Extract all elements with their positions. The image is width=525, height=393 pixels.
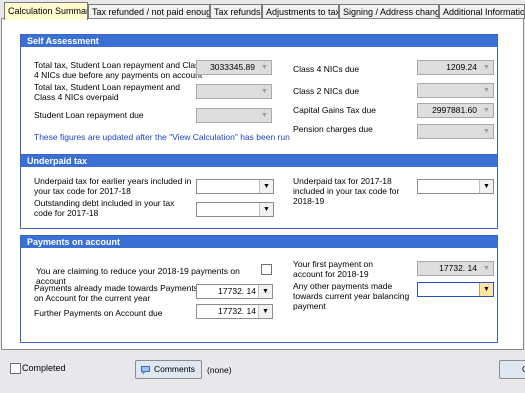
tab-additional-information[interactable]: Additional Information <box>439 4 525 19</box>
completed-checkbox[interactable] <box>10 363 21 374</box>
further-payments-field[interactable]: 17732. 14 ▼ <box>196 304 273 319</box>
chevron-down-icon[interactable]: ▼ <box>479 180 493 193</box>
comment-icon <box>141 366 150 374</box>
update-note: These figures are updated after the "Vie… <box>34 132 290 142</box>
pension-label: Pension charges due <box>293 124 373 134</box>
further-payments-label: Further Payments on Account due <box>34 308 163 318</box>
chevron-down-icon[interactable]: ▼ <box>480 262 493 275</box>
tab-calculation-summary[interactable]: Calculation Summary <box>4 2 88 20</box>
total-tax-value: 3033345.89 <box>210 62 255 72</box>
chevron-down-icon[interactable]: ▼ <box>259 203 273 216</box>
class2-field[interactable]: ▼ <box>417 83 494 98</box>
self-assessment-section: Self Assessment Total tax, Student Loan … <box>20 34 498 155</box>
section-title: Underpaid tax <box>21 155 497 167</box>
completed-label: Completed <box>22 363 66 373</box>
further-payments-value: 17732. 14 <box>218 306 256 316</box>
total-tax-label: Total tax, Student Loan repayment and Cl… <box>34 60 204 80</box>
underpaid-2017-label: Underpaid tax for 2017-18 included in yo… <box>293 176 400 206</box>
other-payments-label: Any other payments made towards current … <box>293 281 410 311</box>
calculation-summary-panel: Self Assessment Total tax, Student Loan … <box>1 18 524 350</box>
tab-adjustments-to-tax[interactable]: Adjustments to tax <box>262 4 339 19</box>
section-title: Payments on account <box>21 236 497 248</box>
chevron-down-icon[interactable]: ▼ <box>479 283 493 296</box>
student-loan-label: Student Loan repayment due <box>34 110 144 120</box>
chevron-down-icon[interactable]: ▼ <box>258 305 272 318</box>
tab-tax-refunded[interactable]: Tax refunded / not paid enough <box>88 4 210 19</box>
already-made-label: Payments already made towards Payments o… <box>34 283 198 303</box>
comments-button[interactable]: Comments <box>135 360 202 379</box>
class4-value: 1209.24 <box>446 62 477 72</box>
chevron-down-icon[interactable]: ▼ <box>480 61 493 74</box>
outstanding-debt-label: Outstanding debt included in your tax co… <box>34 198 175 218</box>
chevron-down-icon[interactable]: ▼ <box>259 180 273 193</box>
comments-status: (none) <box>207 365 232 375</box>
first-payment-label: Your first payment on account for 2018-1… <box>293 259 374 279</box>
total-tax-field[interactable]: 3033345.89 ▼ <box>196 60 272 75</box>
tab-tax-refunds[interactable]: Tax refunds <box>210 4 262 19</box>
underpaid-tax-section: Underpaid tax Underpaid tax for earlier … <box>20 154 498 229</box>
calculate-button[interactable]: C <box>499 360 525 379</box>
tab-signing-address[interactable]: Signing / Address changed <box>339 4 439 19</box>
payments-on-account-section: Payments on account You are claiming to … <box>20 235 498 343</box>
reduce-payments-checkbox[interactable] <box>261 264 272 275</box>
chevron-down-icon[interactable]: ▼ <box>258 285 272 298</box>
tab-strip: Calculation Summary Tax refunded / not p… <box>4 2 525 20</box>
underpaid-2017-field[interactable]: ▼ <box>417 179 494 194</box>
chevron-down-icon[interactable]: ▼ <box>258 85 271 98</box>
chevron-down-icon[interactable]: ▼ <box>480 104 493 117</box>
earlier-years-label: Underpaid tax for earlier years included… <box>34 176 192 196</box>
overpaid-field[interactable]: ▼ <box>196 84 272 99</box>
outstanding-debt-field[interactable]: ▼ <box>196 202 274 217</box>
cgt-value: 2997881.60 <box>432 105 477 115</box>
student-loan-field[interactable]: ▼ <box>196 108 272 123</box>
already-made-value: 17732. 14 <box>218 286 256 296</box>
class2-label: Class 2 NICs due <box>293 86 360 96</box>
cgt-label: Capital Gains Tax due <box>293 105 377 115</box>
chevron-down-icon[interactable]: ▼ <box>480 125 493 138</box>
first-payment-field[interactable]: 17732. 14 ▼ <box>417 261 494 276</box>
other-payments-field[interactable]: ▼ <box>417 282 494 297</box>
overpaid-label: Total tax, Student Loan repayment and Cl… <box>34 82 181 102</box>
already-made-field[interactable]: 17732. 14 ▼ <box>196 284 273 299</box>
earlier-years-field[interactable]: ▼ <box>196 179 274 194</box>
cgt-field[interactable]: 2997881.60 ▼ <box>417 103 494 118</box>
chevron-down-icon[interactable]: ▼ <box>480 84 493 97</box>
class4-label: Class 4 NICs due <box>293 64 360 74</box>
section-title: Self Assessment <box>21 35 497 47</box>
chevron-down-icon[interactable]: ▼ <box>258 109 271 122</box>
chevron-down-icon[interactable]: ▼ <box>258 61 271 74</box>
pension-field[interactable]: ▼ <box>417 124 494 139</box>
first-payment-value: 17732. 14 <box>439 263 477 273</box>
class4-field[interactable]: 1209.24 ▼ <box>417 60 494 75</box>
